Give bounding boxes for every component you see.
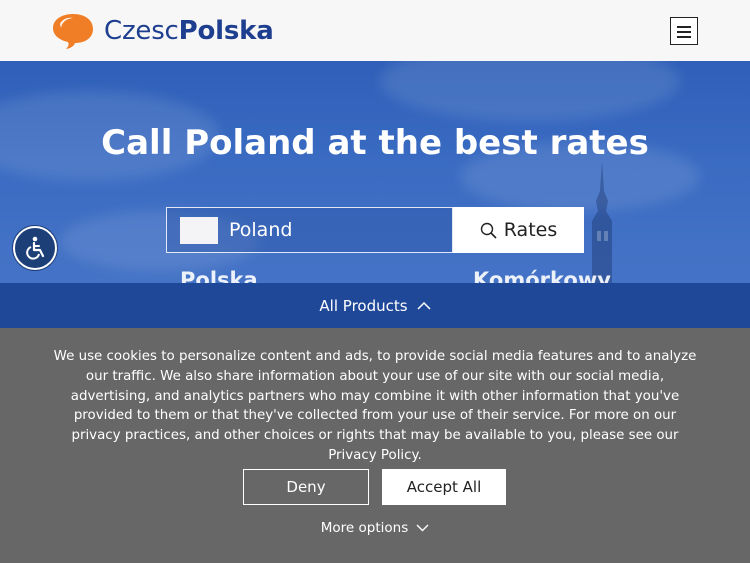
cookie-consent-text: We use cookies to personalize content an… (53, 349, 697, 463)
hamburger-menu-icon (677, 26, 691, 28)
deny-cookies-button[interactable]: Deny (243, 469, 369, 505)
all-products-label: All Products (319, 296, 408, 315)
site-header: CzescPolska (0, 0, 750, 61)
logo-text-light: Czesc (104, 16, 179, 46)
cookie-consent-banner: We use cookies to personalize content an… (0, 328, 750, 563)
hero-title: Call Poland at the best rates (101, 123, 649, 163)
hamburger-line (677, 31, 691, 33)
accept-all-cookies-button[interactable]: Accept All (382, 469, 506, 505)
wheelchair-accessibility-icon (26, 236, 45, 260)
church-tower-image (592, 161, 612, 283)
hamburger-line (677, 36, 691, 38)
poland-flag-icon (180, 216, 218, 244)
more-options-label: More options (320, 520, 409, 536)
logo-wordmark: CzescPolska (104, 18, 274, 44)
country-select-value: Poland (229, 219, 293, 241)
country-select[interactable]: Poland (166, 207, 453, 253)
search-icon (480, 222, 497, 239)
chevron-down-icon (416, 524, 429, 532)
product-heading-right: Komórkowy (473, 268, 611, 283)
cloud-decoration (380, 61, 680, 121)
logo-text-bold: Polska (178, 16, 274, 46)
speech-bubble-icon (53, 14, 93, 49)
accessibility-button[interactable] (13, 226, 57, 270)
all-products-toggle[interactable]: All Products (0, 283, 750, 328)
more-options-link[interactable]: More options (0, 520, 750, 536)
product-heading-left: Polska (180, 268, 258, 283)
rates-button-label: Rates (503, 219, 558, 241)
rate-search: Poland Rates (166, 207, 584, 253)
hero-section: Call Poland at the best rates Poland Rat… (0, 61, 750, 283)
site-logo[interactable]: CzescPolska (52, 12, 274, 50)
rates-button[interactable]: Rates (453, 207, 584, 253)
hamburger-menu-button[interactable] (670, 17, 698, 45)
chevron-up-icon (417, 301, 431, 310)
